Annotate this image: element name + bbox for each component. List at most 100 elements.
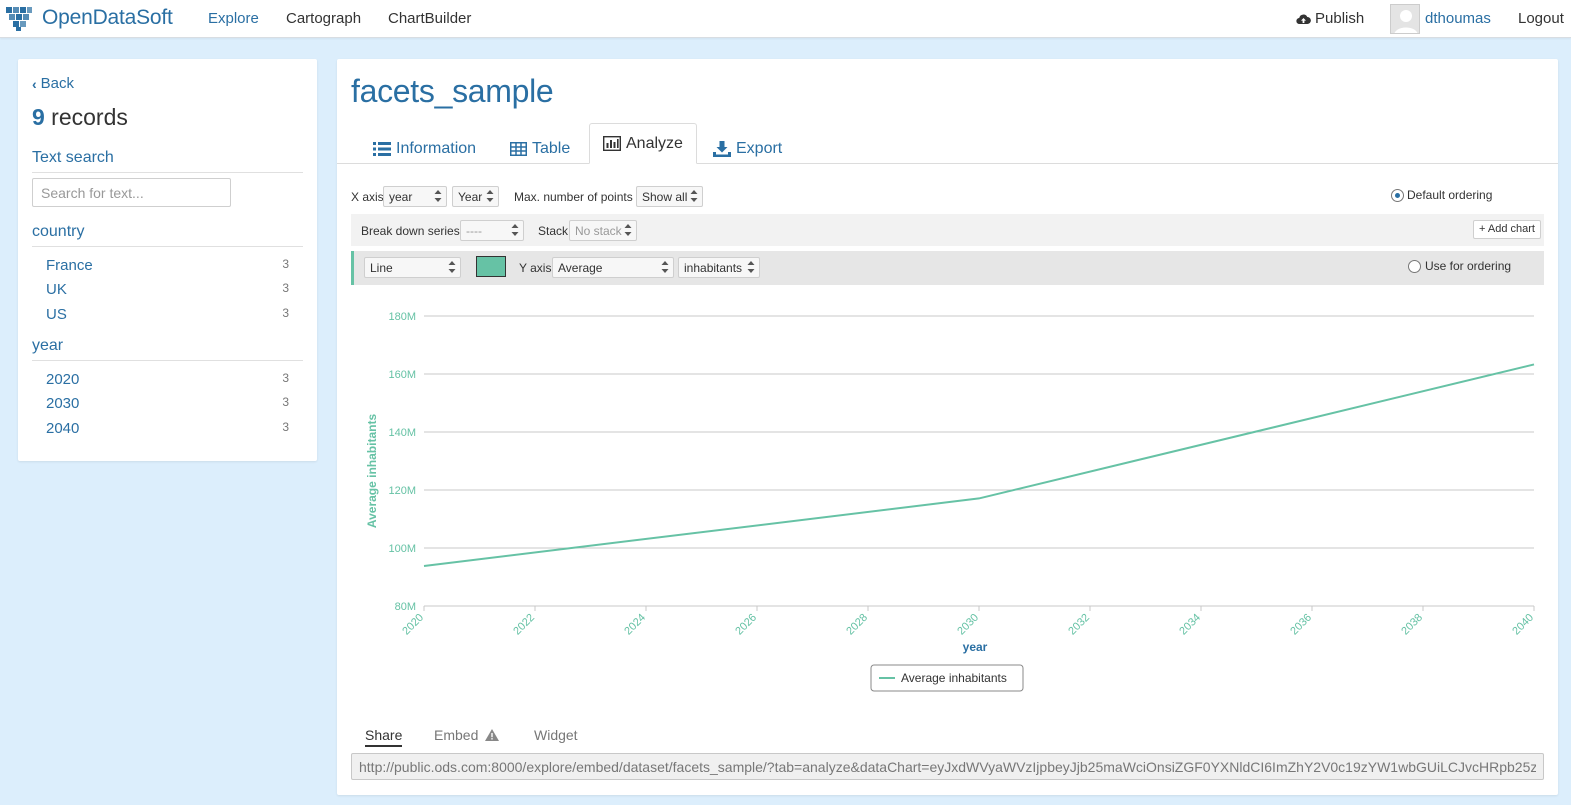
series-line bbox=[423, 363, 1535, 567]
y-tick-label: 80M bbox=[395, 601, 416, 613]
y-axis-label: Y axis bbox=[519, 261, 552, 275]
tab-information-label: Information bbox=[396, 139, 477, 157]
nav-cartograph[interactable]: Cartograph bbox=[286, 10, 361, 27]
facet-label: France bbox=[46, 257, 93, 274]
publish-label: Publish bbox=[1315, 10, 1365, 27]
break-down-label: Break down series bbox=[361, 224, 460, 238]
tab-table-label: Table bbox=[532, 139, 571, 157]
y-tick-label: 100M bbox=[388, 543, 416, 555]
records-count: 9 records bbox=[32, 104, 128, 131]
facet-label: 2030 bbox=[46, 395, 80, 412]
x-axis-field-select[interactable]: year bbox=[383, 186, 447, 207]
opendatasoft-logo-icon bbox=[6, 7, 32, 31]
logout-link[interactable]: Logout bbox=[1518, 10, 1564, 27]
facet-item[interactable]: UK 3 bbox=[46, 281, 289, 298]
facet-title-country: country bbox=[32, 223, 303, 247]
facet-item[interactable]: US 3 bbox=[46, 306, 289, 323]
max-points-label: Max. number of points bbox=[514, 190, 633, 204]
chevron-left-icon: ‹ bbox=[32, 75, 37, 92]
plus-icon: + bbox=[1479, 223, 1488, 235]
x-tick-label: 2038 bbox=[1399, 612, 1425, 638]
select-arrows-icon bbox=[486, 190, 494, 202]
facet-label: US bbox=[46, 306, 67, 323]
widget-tab[interactable]: Widget bbox=[534, 727, 578, 743]
y-axis-field-select[interactable]: inhabitants bbox=[678, 257, 760, 278]
x-tick-label: 2040 bbox=[1510, 612, 1536, 638]
embed-tab[interactable]: Embed bbox=[434, 727, 500, 743]
tab-analyze-label: Analyze bbox=[626, 134, 683, 152]
facet-title-year: year bbox=[32, 337, 303, 361]
use-for-ordering-label: Use for ordering bbox=[1425, 259, 1512, 273]
select-arrows-icon bbox=[448, 261, 456, 273]
logo[interactable]: OpenDataSoft bbox=[4, 4, 173, 32]
share-tab[interactable]: Share bbox=[365, 727, 403, 747]
stack-select[interactable]: No stack bbox=[569, 220, 637, 241]
facet-count: 3 bbox=[282, 420, 289, 434]
x-tick-label: 2036 bbox=[1288, 612, 1314, 638]
x-axis-title: year bbox=[963, 640, 988, 654]
series-color-swatch[interactable] bbox=[476, 256, 506, 277]
facet-count: 3 bbox=[282, 257, 289, 271]
legend-label: Average inhabitants bbox=[901, 671, 1007, 685]
user-silhouette-icon bbox=[1394, 10, 1418, 33]
filters-sidebar: ‹ Back 9 records Text search country Fra… bbox=[18, 59, 317, 461]
select-arrows-icon bbox=[690, 190, 698, 202]
stack-value: No stack bbox=[575, 224, 622, 238]
back-link[interactable]: ‹ Back bbox=[32, 75, 74, 92]
facet-item[interactable]: France 3 bbox=[46, 257, 289, 274]
break-down-select[interactable]: ---- bbox=[460, 220, 524, 241]
y-axis-func-select[interactable]: Average bbox=[552, 257, 674, 278]
nav-chartbuilder[interactable]: ChartBuilder bbox=[388, 10, 471, 27]
bar-chart-icon bbox=[603, 136, 621, 151]
tab-information[interactable]: Information bbox=[373, 133, 476, 164]
table-icon bbox=[510, 141, 527, 156]
tab-table[interactable]: Table bbox=[510, 133, 570, 164]
max-points-select[interactable]: Show all bbox=[636, 186, 703, 207]
search-input[interactable] bbox=[32, 178, 231, 207]
add-chart-label: Add chart bbox=[1487, 223, 1535, 235]
back-label: Back bbox=[40, 75, 75, 92]
default-ordering-label: Default ordering bbox=[1407, 188, 1493, 202]
select-arrows-icon bbox=[747, 261, 755, 273]
facet-label: UK bbox=[46, 281, 67, 298]
tab-export-label: Export bbox=[736, 139, 783, 157]
facet-label: 2040 bbox=[46, 420, 80, 437]
nav-explore[interactable]: Explore bbox=[208, 10, 259, 27]
break-down-value: ---- bbox=[466, 224, 482, 238]
chart-type-select[interactable]: Line bbox=[364, 257, 461, 278]
x-axis-timescale-value: Year bbox=[458, 190, 483, 204]
records-label: records bbox=[44, 104, 128, 130]
tab-analyze[interactable]: Analyze bbox=[589, 123, 697, 164]
use-for-ordering-radio[interactable] bbox=[1408, 260, 1421, 273]
avatar[interactable] bbox=[1390, 4, 1420, 34]
embed-tab-label: Embed bbox=[434, 727, 479, 743]
select-arrows-icon bbox=[511, 224, 519, 236]
line-chart: 80M 100M 120M 140M 160M 180M 2020 2022 2024 2026 2… bbox=[365, 311, 1536, 692]
share-url-field[interactable] bbox=[351, 753, 1544, 780]
username-link[interactable]: dthoumas bbox=[1425, 10, 1491, 27]
download-icon bbox=[713, 140, 731, 157]
text-search-title: Text search bbox=[32, 149, 303, 173]
add-chart-button[interactable]: + Add chart bbox=[1473, 220, 1541, 239]
x-axis-field-value: year bbox=[389, 190, 413, 204]
facet-item[interactable]: 2020 3 bbox=[46, 371, 289, 388]
facet-item[interactable]: 2040 3 bbox=[46, 420, 289, 437]
x-tick-label: 2022 bbox=[511, 612, 537, 638]
y-tick-label: 140M bbox=[388, 427, 416, 439]
select-arrows-icon bbox=[624, 224, 632, 236]
y-axis-title: Average inhabitants bbox=[365, 414, 379, 529]
app-name: OpenDataSoft bbox=[42, 6, 173, 29]
list-icon bbox=[373, 141, 391, 156]
facet-label: 2020 bbox=[46, 371, 80, 388]
y-tick-label: 120M bbox=[388, 485, 416, 497]
x-tick-label: 2028 bbox=[844, 612, 870, 638]
facet-count: 3 bbox=[282, 306, 289, 320]
tab-export[interactable]: Export bbox=[713, 133, 782, 164]
select-arrows-icon bbox=[434, 190, 442, 202]
x-axis-timescale-select[interactable]: Year bbox=[452, 186, 499, 207]
publish-button[interactable]: Publish bbox=[1296, 10, 1364, 27]
facet-count: 3 bbox=[282, 395, 289, 409]
x-tick-label: 2030 bbox=[955, 612, 981, 638]
default-ordering-radio[interactable] bbox=[1391, 189, 1404, 202]
facet-item[interactable]: 2030 3 bbox=[46, 395, 289, 412]
